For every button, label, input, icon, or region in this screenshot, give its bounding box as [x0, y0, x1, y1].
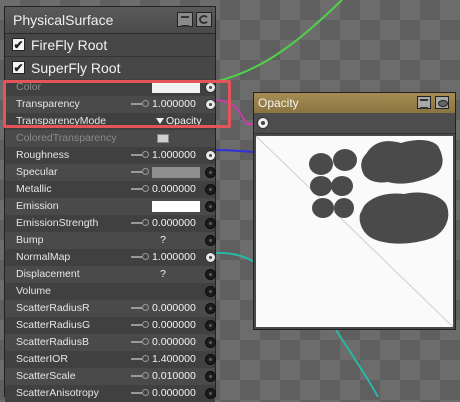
- property-value-field[interactable]: 0.010000: [152, 370, 196, 382]
- preview-shapes: [309, 139, 449, 244]
- color-swatch[interactable]: [152, 201, 200, 212]
- highlight-box: [3, 80, 231, 128]
- collapse-icon[interactable]: [417, 96, 431, 109]
- input-socket-icon[interactable]: [205, 269, 216, 280]
- output-socket-icon[interactable]: [257, 117, 269, 129]
- property-row-displacement[interactable]: Displacement?: [5, 266, 216, 283]
- property-label: ScatterIOR: [16, 353, 68, 365]
- property-row-emission[interactable]: Emission: [5, 198, 216, 215]
- input-socket-icon[interactable]: [205, 235, 216, 246]
- property-value-field[interactable]: 0.000000: [152, 336, 196, 348]
- input-socket-icon[interactable]: [205, 303, 216, 314]
- firefly-root-row[interactable]: ✔ FireFly Root: [5, 34, 215, 57]
- keyframe-icon[interactable]: [131, 219, 149, 228]
- opacity-preview-image: [256, 136, 453, 327]
- eye-icon[interactable]: [435, 96, 449, 109]
- property-label: EmissionStrength: [16, 217, 99, 229]
- wire-blue: [213, 149, 255, 153]
- keyframe-icon[interactable]: [131, 151, 149, 160]
- property-row-metallic[interactable]: Metallic 0.000000: [5, 181, 216, 198]
- property-label: NormalMap: [16, 251, 71, 263]
- property-label: ScatterRadiusB: [16, 336, 89, 348]
- keyframe-icon[interactable]: [131, 168, 149, 177]
- preview-toggle-icon[interactable]: [196, 12, 212, 27]
- firefly-root-label: FireFly Root: [31, 37, 108, 53]
- property-label: ColoredTransparency: [16, 132, 117, 144]
- input-socket-icon[interactable]: [205, 167, 216, 178]
- property-row-colored-transparency[interactable]: ColoredTransparency: [5, 130, 215, 147]
- opacity-node-header[interactable]: Opacity: [254, 93, 455, 113]
- superfly-root-label: SuperFly Root: [31, 60, 121, 76]
- property-label: ScatterScale: [16, 370, 76, 382]
- input-socket-icon[interactable]: [205, 320, 216, 331]
- input-socket-icon[interactable]: [205, 286, 216, 297]
- property-row-bump[interactable]: Bump?: [5, 232, 216, 249]
- property-value-field[interactable]: 1.000000: [152, 251, 196, 263]
- property-value-field[interactable]: ?: [155, 234, 171, 246]
- collapse-icon[interactable]: [177, 12, 193, 27]
- opacity-node[interactable]: Opacity: [253, 92, 456, 330]
- keyframe-icon[interactable]: [131, 304, 149, 313]
- property-label: Metallic: [16, 183, 52, 195]
- property-value-field[interactable]: 1.000000: [152, 149, 196, 161]
- property-row-roughness[interactable]: Roughness 1.000000: [5, 147, 216, 164]
- input-socket-icon[interactable]: [205, 218, 216, 229]
- property-value-field[interactable]: 0.000000: [152, 319, 196, 331]
- property-label: Volume: [16, 285, 52, 297]
- property-value-field[interactable]: 0.000000: [152, 183, 196, 195]
- input-socket-icon[interactable]: [205, 371, 216, 382]
- property-row-scatter-scale[interactable]: ScatterScale 0.010000: [5, 368, 216, 385]
- input-socket-icon[interactable]: [205, 388, 216, 399]
- keyframe-icon[interactable]: [131, 253, 149, 262]
- keyframe-icon[interactable]: [131, 355, 149, 364]
- input-socket-icon[interactable]: [205, 201, 216, 212]
- property-row-emission-strength[interactable]: EmissionStrength 0.000000: [5, 215, 216, 232]
- property-row-scatter-anisotropy[interactable]: ScatterAnisotropy 0.000000: [5, 385, 216, 402]
- property-value-field[interactable]: 1.400000: [152, 353, 196, 365]
- property-row-scatter-ior[interactable]: ScatterIOR 1.400000: [5, 351, 216, 368]
- wire-teal-a: [213, 251, 255, 263]
- firefly-root-checkbox[interactable]: ✔: [12, 38, 25, 51]
- property-row-volume[interactable]: Volume: [5, 283, 216, 300]
- input-socket-icon[interactable]: [205, 337, 216, 348]
- node-header[interactable]: PhysicalSurface: [5, 7, 215, 34]
- connected-socket-icon[interactable]: [205, 252, 216, 263]
- property-row-scatter-radius-g[interactable]: ScatterRadiusG 0.000000: [5, 317, 216, 334]
- property-row-scatter-radius-b[interactable]: ScatterRadiusB 0.000000: [5, 334, 216, 351]
- property-row-normal-map[interactable]: NormalMap 1.000000: [5, 249, 216, 266]
- input-socket-icon[interactable]: [205, 354, 216, 365]
- property-label: Roughness: [16, 149, 70, 161]
- property-value-field[interactable]: 0.000000: [152, 217, 196, 229]
- property-label: Displacement: [16, 268, 80, 280]
- color-swatch[interactable]: [152, 167, 200, 178]
- superfly-root-checkbox[interactable]: ✔: [12, 61, 25, 74]
- property-label: ScatterRadiusR: [16, 302, 90, 314]
- superfly-root-row[interactable]: ✔ SuperFly Root: [5, 57, 215, 80]
- keyframe-icon[interactable]: [131, 321, 149, 330]
- property-label: Emission: [16, 200, 59, 212]
- property-label: Specular: [16, 166, 58, 178]
- opacity-output-bar: [254, 113, 455, 134]
- opacity-node-title: Opacity: [258, 96, 299, 110]
- property-label: ScatterRadiusG: [16, 319, 91, 331]
- wire-green: [213, 0, 343, 83]
- property-value-field[interactable]: 0.000000: [152, 387, 196, 399]
- property-value-field[interactable]: ?: [155, 268, 171, 280]
- keyframe-icon[interactable]: [131, 372, 149, 381]
- property-value-field[interactable]: 0.000000: [152, 302, 196, 314]
- connected-socket-icon[interactable]: [205, 150, 216, 161]
- wire-teal-b: [335, 329, 379, 397]
- keyframe-icon[interactable]: [131, 338, 149, 347]
- physical-surface-node[interactable]: PhysicalSurface ✔ FireFly Root ✔ SuperFl…: [4, 6, 216, 402]
- input-socket-icon[interactable]: [205, 184, 216, 195]
- property-row-specular[interactable]: Specular: [5, 164, 216, 181]
- property-label: ScatterAnisotropy: [16, 387, 99, 399]
- node-title: PhysicalSurface: [13, 12, 114, 28]
- slider-handle[interactable]: [157, 134, 169, 143]
- property-row-scatter-radius-r[interactable]: ScatterRadiusR 0.000000: [5, 300, 216, 317]
- property-label: Bump: [16, 234, 44, 246]
- keyframe-icon[interactable]: [131, 185, 149, 194]
